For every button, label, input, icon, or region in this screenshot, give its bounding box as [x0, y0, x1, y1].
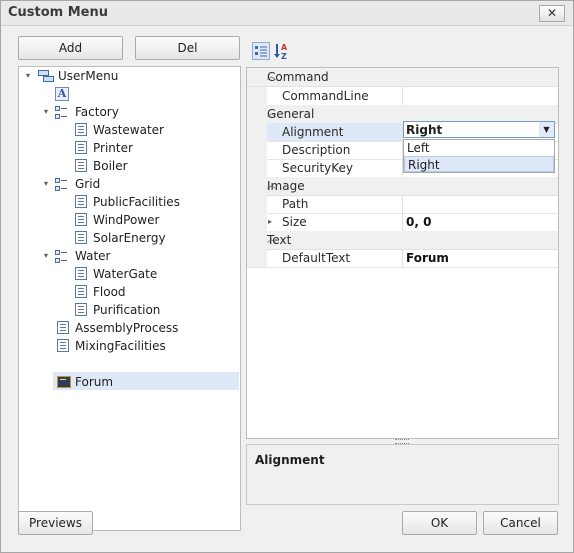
tree-node-label: Wastewater	[93, 123, 164, 137]
menu-item-icon	[75, 303, 87, 316]
expand-icon[interactable]: ▾	[41, 175, 51, 193]
tree-node-label: PublicFacilities	[93, 195, 180, 209]
collapse-icon[interactable]: ︿	[267, 68, 552, 86]
tree-node-label: WindPower	[93, 213, 160, 227]
property-row-size[interactable]: ▸ Size 0, 0	[247, 213, 558, 232]
tree-node-label: Grid	[75, 177, 101, 191]
menu-item-icon	[75, 159, 87, 172]
menu-item-icon	[75, 285, 87, 298]
expand-icon[interactable]: ▾	[41, 103, 51, 121]
tree-node-label: Purification	[93, 303, 161, 317]
category-image[interactable]: Image ︿	[247, 177, 558, 196]
property-value[interactable]: Forum	[406, 249, 449, 267]
svg-text:A: A	[281, 43, 288, 52]
property-row-commandline[interactable]: CommandLine	[247, 87, 558, 106]
forum-icon	[57, 376, 71, 388]
text-a-icon: A	[55, 87, 69, 101]
menu-item-icon	[75, 141, 87, 154]
add-button[interactable]: Add	[18, 36, 123, 60]
collapse-icon[interactable]: ︿	[267, 177, 552, 195]
menu-item-icon	[57, 321, 69, 334]
category-text[interactable]: Text ︿	[247, 231, 558, 250]
alignment-dropdown-list[interactable]: Left Right	[403, 139, 555, 173]
collapse-icon[interactable]: ︿	[267, 231, 552, 249]
property-name: DefaultText	[282, 251, 351, 265]
dropdown-option-right[interactable]: Right	[404, 156, 554, 172]
categorized-view-icon[interactable]	[252, 42, 270, 60]
menu-item-icon	[75, 195, 87, 208]
category-command[interactable]: Command ︿	[247, 68, 558, 87]
property-name: CommandLine	[282, 89, 369, 103]
property-row-defaulttext[interactable]: DefaultText Forum	[247, 249, 558, 268]
expand-right-icon[interactable]: ▸	[268, 213, 272, 231]
title-bar: Custom Menu ✕	[1, 1, 573, 26]
tree-node-label: Water	[75, 249, 111, 263]
menu-item-icon	[57, 339, 69, 352]
property-name: SecurityKey	[282, 161, 354, 175]
tree-node-label: UserMenu	[58, 69, 119, 83]
menu-root-icon	[38, 70, 54, 82]
expand-icon[interactable]: ▾	[23, 67, 33, 85]
tree-node-label: Printer	[93, 141, 133, 155]
alignment-value: Right	[406, 123, 443, 137]
property-name: Path	[282, 197, 309, 211]
chevron-down-icon[interactable]: ▼	[539, 122, 554, 137]
property-row-path[interactable]: Path	[247, 195, 558, 214]
menu-item-icon	[75, 213, 87, 226]
expand-icon[interactable]: ▾	[41, 247, 51, 265]
menu-item-icon	[75, 123, 87, 136]
group-icon	[55, 250, 67, 263]
cancel-button[interactable]: Cancel	[483, 511, 558, 535]
alphabetical-sort-icon[interactable]: AZ	[274, 42, 292, 61]
dropdown-option-left[interactable]: Left	[404, 140, 554, 156]
property-value[interactable]: 0, 0	[406, 213, 431, 231]
tree-node-label: WaterGate	[93, 267, 158, 281]
group-icon	[55, 106, 67, 119]
menu-item-icon	[75, 231, 87, 244]
group-icon	[55, 178, 67, 191]
property-name: Description	[282, 143, 351, 157]
menu-item-icon	[75, 267, 87, 280]
description-title: Alignment	[255, 453, 325, 467]
tree-node-label: Flood	[93, 285, 126, 299]
custom-menu-dialog: Custom Menu ✕ Add Del AZ ▾ UserMenu A ▾ …	[0, 0, 574, 553]
menu-tree[interactable]: ▾ UserMenu A ▾ Factory Wastewater Printe…	[18, 66, 241, 531]
tree-node-label: Factory	[75, 105, 119, 119]
ok-button[interactable]: OK	[402, 511, 477, 535]
tree-node-label: Forum	[75, 375, 114, 389]
description-panel: Alignment	[246, 444, 559, 505]
property-name: Size	[282, 215, 307, 229]
tree-node-label: MixingFacilities	[75, 339, 166, 353]
del-button[interactable]: Del	[135, 36, 240, 60]
tree-node-label: SolarEnergy	[93, 231, 166, 245]
close-icon: ✕	[546, 6, 558, 20]
close-button[interactable]: ✕	[539, 5, 565, 22]
tree-node-label: Boiler	[93, 159, 128, 173]
property-name: Alignment	[282, 125, 344, 139]
window-title: Custom Menu	[8, 5, 109, 20]
previews-button[interactable]: Previews	[18, 511, 93, 535]
svg-text:Z: Z	[281, 52, 287, 60]
tree-node-label: AssemblyProcess	[75, 321, 179, 335]
alignment-select[interactable]: Right ▼	[403, 121, 555, 138]
